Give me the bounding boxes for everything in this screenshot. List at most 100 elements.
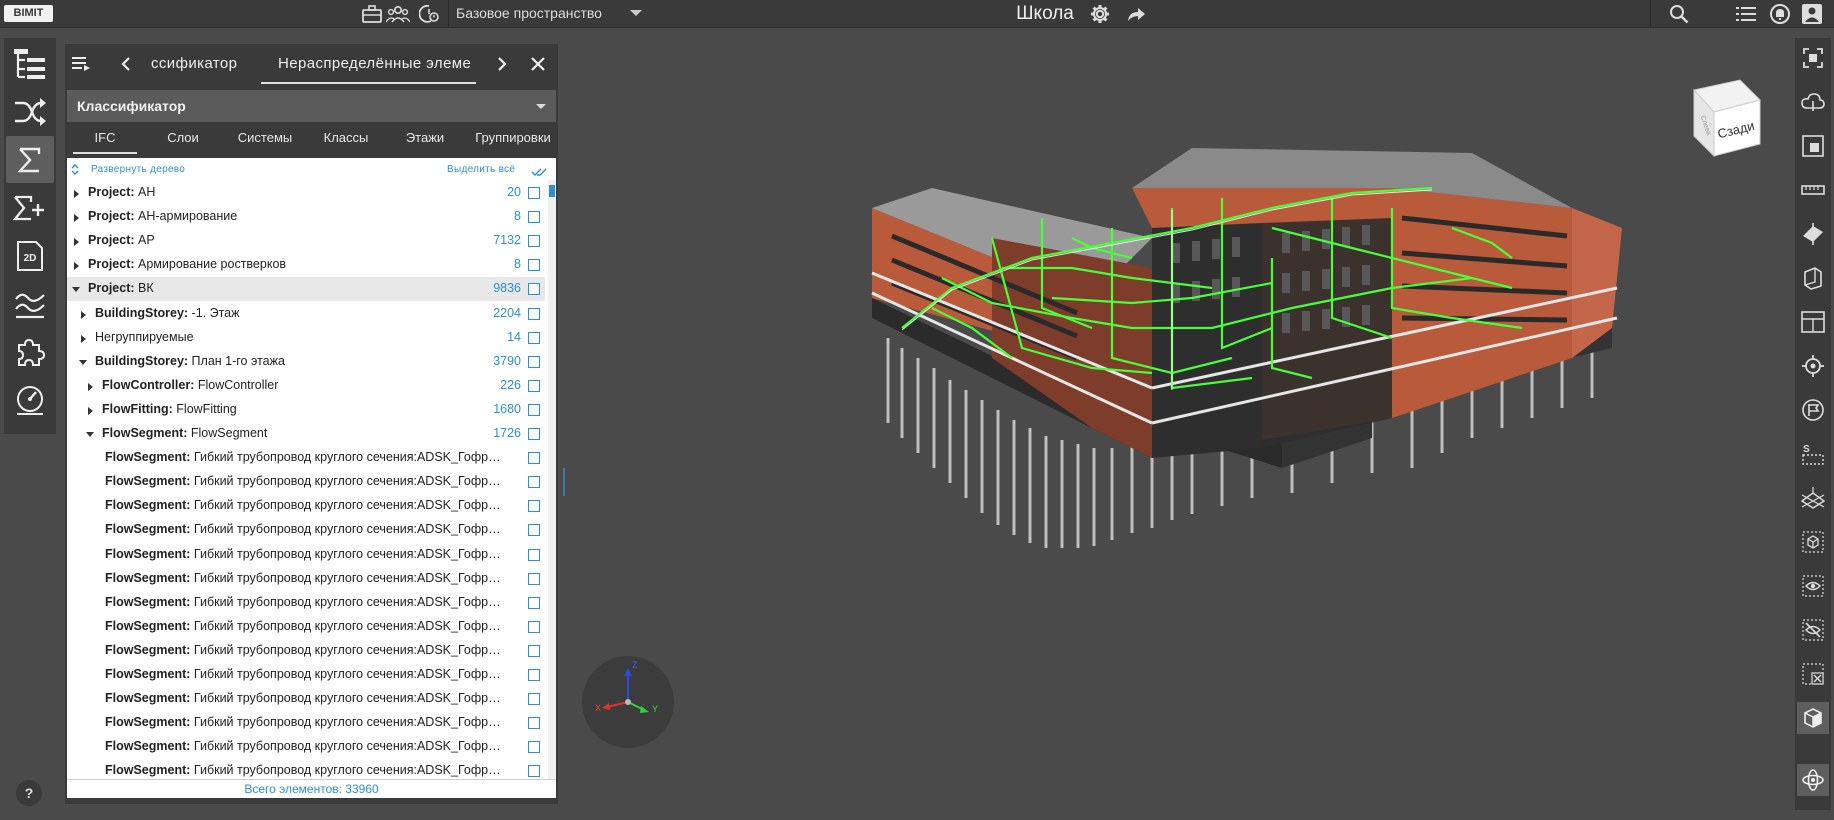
chart-icon[interactable] (6, 280, 54, 327)
section-plane-icon[interactable] (1797, 218, 1829, 250)
tree-row[interactable]: FlowSegment: FlowSegment 1726 (67, 422, 545, 446)
tree-row-checkbox[interactable] (528, 259, 540, 272)
clock-settings-icon[interactable] (418, 2, 442, 26)
chevron-left-icon[interactable] (121, 56, 131, 77)
tree-row[interactable]: FlowSegment: Гибкий трубопровод круглого… (67, 663, 545, 687)
ruler-icon[interactable] (1797, 174, 1829, 206)
tree-row[interactable]: BuildingStorey: План 1-го этажа 3790 (67, 350, 545, 374)
tree-row-checkbox[interactable] (528, 741, 540, 754)
double-check-icon[interactable] (531, 164, 547, 182)
orbit-icon[interactable] (1797, 764, 1829, 796)
layout-icon[interactable] (1797, 306, 1829, 338)
caret-right-icon[interactable] (74, 262, 79, 271)
tree-row-checkbox[interactable] (528, 331, 540, 344)
tree-row[interactable]: Project: АР 7132 (67, 229, 545, 253)
search-icon[interactable] (1667, 2, 1691, 26)
tree-row-checkbox[interactable] (528, 283, 540, 296)
tree-row-checkbox[interactable] (528, 572, 540, 585)
help-button[interactable]: ? (16, 780, 42, 806)
sigma-icon[interactable] (6, 136, 54, 183)
shuffle-icon[interactable] (6, 88, 54, 135)
cloud-icon[interactable] (1797, 86, 1829, 118)
chevron-right-icon[interactable] (497, 56, 507, 77)
eye-icon[interactable] (1797, 570, 1829, 602)
deselect-icon[interactable] (1797, 658, 1829, 690)
tree-scroll-thumb[interactable] (549, 185, 555, 197)
tree-row[interactable]: BuildingStorey: -1. Этаж 2204 (67, 302, 545, 326)
section-box-icon[interactable] (1797, 262, 1829, 294)
grid-plane-icon[interactable] (1797, 482, 1829, 514)
tree-row-checkbox[interactable] (528, 379, 540, 392)
classifier-dropdown[interactable]: Классификатор (67, 90, 556, 122)
tree-row-checkbox[interactable] (528, 548, 540, 561)
tree-row[interactable]: FlowSegment: Гибкий трубопровод круглого… (67, 518, 545, 542)
gear-icon[interactable] (1088, 2, 1112, 26)
expand-tree-link[interactable]: Развернуть дерево (91, 164, 185, 175)
gauge-icon[interactable] (6, 376, 54, 423)
subtab-classes[interactable]: Классы (311, 124, 381, 154)
tree-scrollbar[interactable] (548, 180, 556, 785)
subtab-layers[interactable]: Слои (151, 124, 215, 154)
tree-row[interactable]: FlowSegment: Гибкий трубопровод круглого… (67, 446, 545, 470)
tree-row[interactable]: FlowFitting: FlowFitting 1680 (67, 398, 545, 422)
tree-row-checkbox[interactable] (528, 355, 540, 368)
2d-icon[interactable]: 2D (6, 232, 54, 279)
tree-row[interactable]: FlowSegment: Гибкий трубопровод круглого… (67, 735, 545, 759)
cube-icon[interactable] (1797, 526, 1829, 558)
caret-right-icon[interactable] (74, 214, 79, 223)
caret-right-icon[interactable] (88, 406, 93, 415)
chevron-down-icon[interactable] (536, 104, 546, 109)
tree-row[interactable]: FlowSegment: Гибкий трубопровод круглого… (67, 470, 545, 494)
bimit-logo[interactable]: BIMIT (4, 5, 53, 22)
subtab-systems[interactable]: Системы (227, 124, 303, 154)
notifications-icon[interactable] (1768, 2, 1792, 26)
tree-row-checkbox[interactable] (528, 620, 540, 633)
select-all-link[interactable]: Выделить всё (447, 164, 515, 175)
tree-row-checkbox[interactable] (528, 500, 540, 513)
tree-row[interactable]: FlowSegment: Гибкий трубопровод круглого… (67, 687, 545, 711)
tree-row-checkbox[interactable] (528, 307, 540, 320)
tree-row-checkbox[interactable] (528, 644, 540, 657)
eye-off-icon[interactable] (1797, 614, 1829, 646)
workspace-select[interactable]: Базовое пространство (450, 0, 650, 27)
tree-row[interactable]: Project: Армирование ростверков 8 (67, 253, 545, 277)
caret-right-icon[interactable] (74, 238, 79, 247)
sigma-plus-icon[interactable] (6, 184, 54, 231)
caret-right-icon[interactable] (74, 190, 79, 198)
subtab-groupings[interactable]: Группировки (471, 124, 555, 154)
subtab-storeys[interactable]: Этажи (393, 124, 457, 154)
tree-row-checkbox[interactable] (528, 596, 540, 609)
tree-row[interactable]: FlowSegment: Гибкий трубопровод круглого… (67, 567, 545, 591)
tree-row[interactable]: FlowSegment: Гибкий трубопровод круглого… (67, 591, 545, 615)
flag-icon[interactable] (1797, 394, 1829, 426)
subtab-ifc[interactable]: IFC (73, 124, 137, 154)
tree-row[interactable]: FlowSegment: Гибкий трубопровод круглого… (67, 543, 545, 567)
tree-row-checkbox[interactable] (528, 235, 540, 248)
close-icon[interactable] (530, 56, 546, 77)
caret-down-icon[interactable] (86, 432, 94, 437)
tree-row[interactable]: FlowController: FlowController 226 (67, 374, 545, 398)
tree-row-checkbox[interactable] (528, 524, 540, 537)
tree-row-checkbox[interactable] (528, 403, 540, 416)
viewcube[interactable]: Сзади Слева (1682, 78, 1762, 163)
tree-row-checkbox[interactable] (528, 428, 540, 440)
tree-row[interactable]: FlowSegment: Гибкий трубопровод круглого… (67, 494, 545, 518)
caret-right-icon[interactable] (88, 382, 93, 391)
puzzle-icon[interactable] (6, 328, 54, 375)
tree-row-checkbox[interactable] (528, 187, 540, 199)
caret-right-icon[interactable] (81, 310, 86, 319)
menu-icon[interactable] (72, 57, 90, 76)
panel-resize-handle[interactable] (563, 468, 565, 496)
solid-view-icon[interactable] (1797, 702, 1829, 734)
caret-down-icon[interactable] (72, 287, 80, 293)
tree-row-checkbox[interactable] (528, 211, 540, 224)
expand-icon[interactable] (71, 163, 79, 181)
team-icon[interactable] (386, 2, 410, 26)
caret-down-icon[interactable] (79, 359, 87, 365)
tree-row[interactable]: Project: АН-армирование 8 (67, 205, 545, 229)
model-tree-icon[interactable] (6, 40, 54, 87)
fit-view-icon[interactable] (1797, 42, 1829, 74)
tree-row-checkbox[interactable] (528, 669, 540, 681)
tree-row[interactable]: FlowSegment: Гибкий трубопровод круглого… (67, 639, 545, 663)
tab-unassigned-elements[interactable]: Нераспределённые элеме (278, 55, 475, 72)
